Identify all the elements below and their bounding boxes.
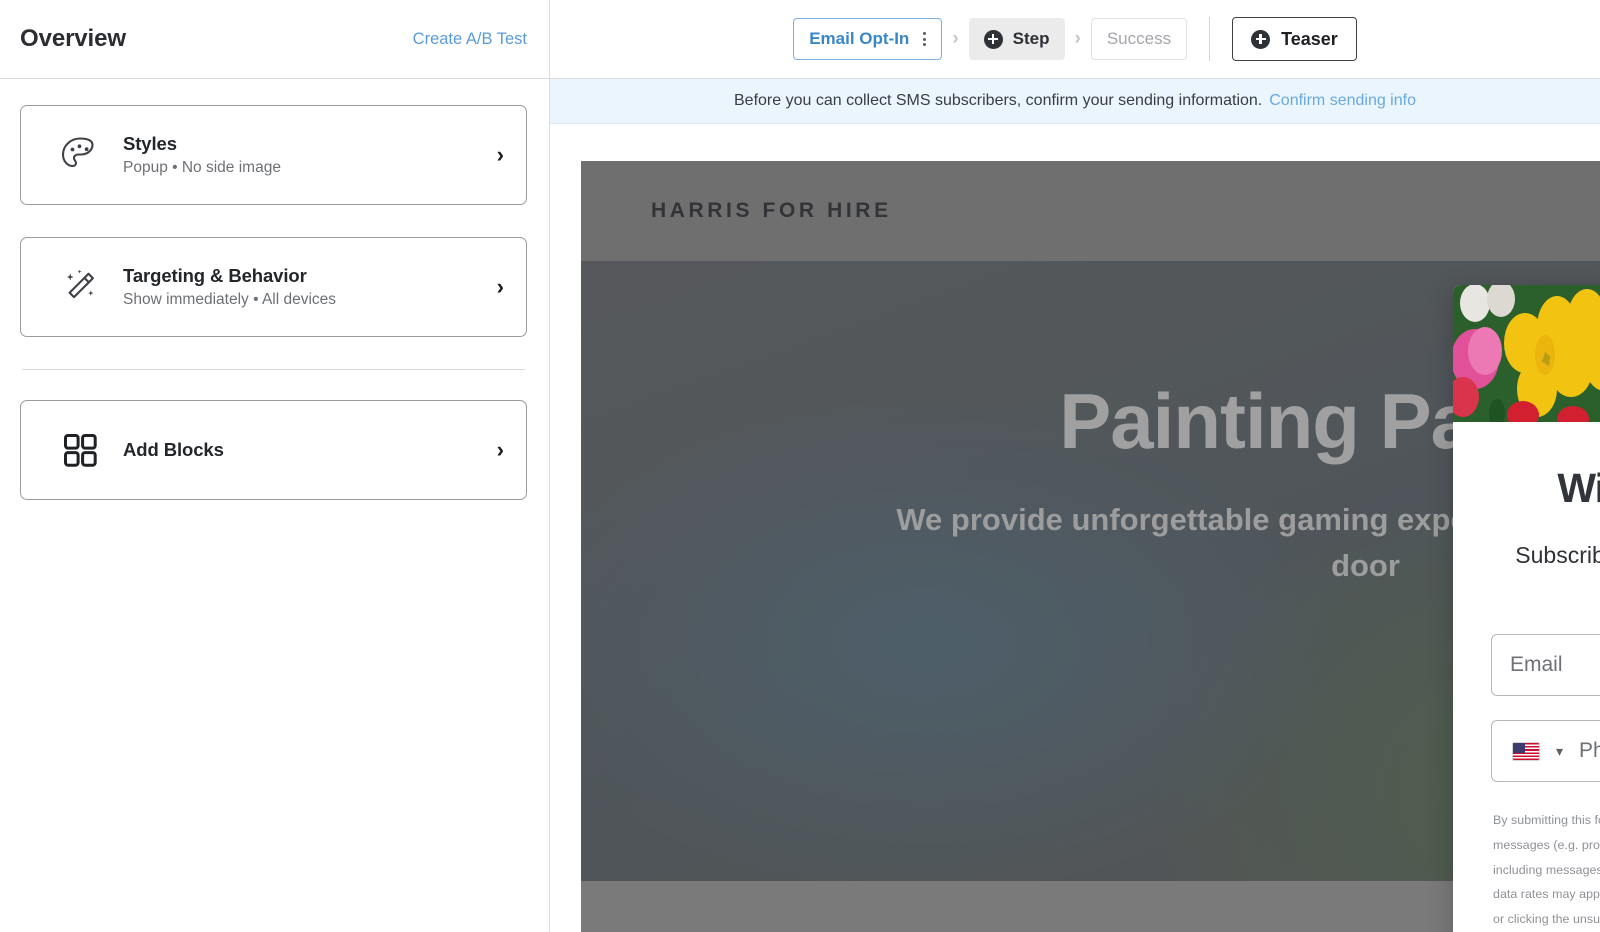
kebab-menu-icon[interactable]	[919, 32, 927, 46]
popup-modal: Win a free bouquet! Subscribe to our ema…	[1453, 285, 1600, 932]
popup-preview-canvas: HARRIS FOR HIRE Painting Passion We prov…	[550, 125, 1600, 932]
sms-confirmation-banner: Before you can collect SMS subscribers, …	[550, 79, 1600, 124]
preview-hero-content: Painting Passion We provide unforgettabl…	[581, 261, 1600, 590]
legal-part-1: By submitting this form and signing up f…	[1493, 813, 1600, 852]
modal-header-image	[1453, 285, 1600, 422]
modal-title: Win a free bouquet!	[1557, 465, 1600, 511]
chevron-right-icon[interactable]: ›	[497, 439, 504, 461]
phone-placeholder: Phone Number	[1579, 739, 1600, 763]
card-title: Targeting & Behavior	[123, 264, 307, 286]
card-subtitle: Show immediately • All devices	[123, 290, 337, 308]
phone-field[interactable]: ▾ Phone Number	[1491, 720, 1600, 783]
magic-wand-icon	[51, 264, 109, 310]
sidebar-header: Overview Create A/B Test	[0, 0, 549, 79]
confirm-sending-info-link[interactable]: Confirm sending info	[1269, 92, 1416, 110]
preview-site-footer	[581, 881, 1600, 932]
chevron-right-icon[interactable]: ›	[497, 276, 504, 298]
card-title: Styles	[123, 132, 177, 154]
sidebar-card-add-blocks[interactable]: Add Blocks ›	[20, 400, 527, 500]
steps-group: Email Opt-In › Step › Success Teaser	[793, 17, 1357, 61]
preview-hero-title: Painting Passion	[1059, 377, 1600, 465]
sidebar-cards: Styles Popup • No side image › Targeting…	[0, 79, 549, 500]
step-tab-add-step[interactable]: Step	[968, 18, 1065, 60]
chevron-right-icon: ›	[952, 28, 959, 49]
step-navigation-bar: Email Opt-In › Step › Success Teaser	[550, 0, 1600, 79]
card-text-block: Add Blocks	[109, 438, 497, 462]
add-teaser-button[interactable]: Teaser	[1232, 17, 1357, 61]
card-subtitle: Popup • No side image	[123, 158, 281, 176]
step-label: Success	[1106, 29, 1172, 48]
chevron-right-icon: ›	[1074, 28, 1081, 49]
create-ab-test-link[interactable]: Create A/B Test	[413, 30, 527, 49]
banner-message: Before you can collect SMS subscribers, …	[734, 92, 1263, 109]
card-text-block: Styles Popup • No side image	[109, 132, 497, 178]
editor-main: Email Opt-In › Step › Success Teaser Bef…	[550, 0, 1600, 932]
app-root: Overview Create A/B Test Styles Popup • …	[0, 0, 1600, 932]
sidebar-divider	[22, 369, 525, 370]
preview-site-logo: HARRIS FOR HIRE	[651, 199, 892, 222]
modal-description: Subscribe to our email list to take part…	[1515, 542, 1600, 569]
palette-icon	[51, 132, 109, 178]
left-sidebar: Overview Create A/B Test Styles Popup • …	[0, 0, 550, 932]
tulips-banner-image	[1453, 285, 1600, 422]
plus-circle-icon	[1251, 29, 1271, 49]
sidebar-card-targeting-behavior[interactable]: Targeting & Behavior Show immediately • …	[20, 237, 527, 337]
plus-circle-icon	[983, 29, 1003, 49]
preview-site-header: HARRIS FOR HIRE	[581, 161, 1600, 261]
modal-body: Win a free bouquet! Subscribe to our ema…	[1453, 422, 1600, 932]
card-text-block: Targeting & Behavior Show immediately • …	[109, 264, 497, 310]
preview-hero-section: Painting Passion We provide unforgettabl…	[581, 261, 1600, 881]
email-field[interactable]: Email	[1491, 634, 1600, 697]
website-preview: HARRIS FOR HIRE Painting Passion We prov…	[581, 161, 1600, 932]
teaser-label: Teaser	[1281, 28, 1338, 49]
step-tab-success[interactable]: Success	[1090, 18, 1188, 60]
toolbar-divider	[1209, 17, 1211, 61]
sidebar-card-styles[interactable]: Styles Popup • No side image ›	[20, 105, 527, 205]
chevron-right-icon[interactable]: ›	[497, 144, 504, 166]
step-tab-email-opt-in[interactable]: Email Opt-In	[793, 18, 943, 60]
card-title: Add Blocks	[123, 438, 224, 460]
chevron-down-icon[interactable]: ▾	[1556, 743, 1563, 760]
legal-consent-text: By submitting this form and signing up f…	[1491, 808, 1600, 932]
blocks-grid-icon	[51, 427, 109, 473]
step-label: Email Opt-In	[809, 29, 910, 48]
page-title: Overview	[20, 25, 126, 52]
step-label: Step	[1012, 29, 1050, 48]
us-flag-icon	[1512, 741, 1540, 761]
email-placeholder: Email	[1510, 653, 1563, 677]
